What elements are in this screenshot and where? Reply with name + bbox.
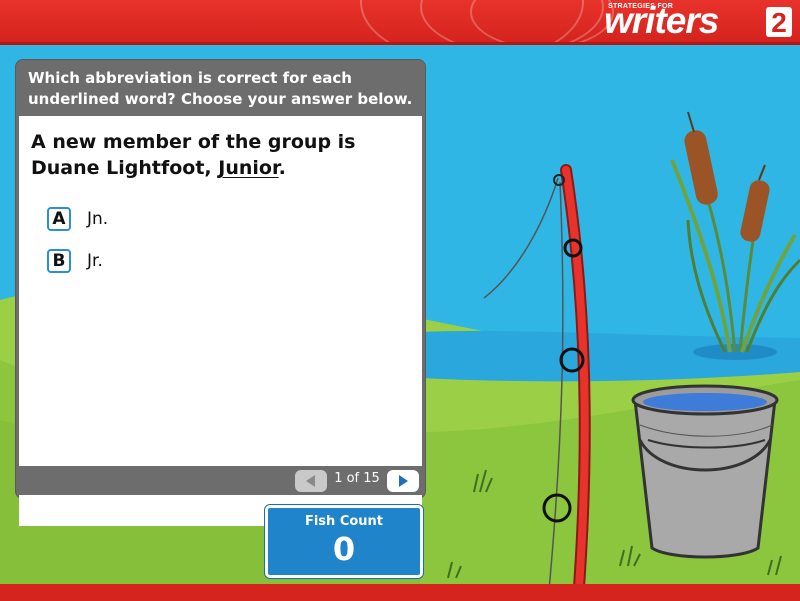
question-panel: Which abbreviation is correct for each u… xyxy=(16,60,425,526)
previous-question-button[interactable] xyxy=(295,470,327,492)
fish-count-value: 0 xyxy=(332,530,356,568)
option-text-b[interactable]: Jr. xyxy=(87,251,103,271)
logo-number: 2 xyxy=(766,7,792,38)
fish-count-box: Fish Count 0 xyxy=(265,505,423,578)
question-body: A new member of the group is Duane Light… xyxy=(19,116,422,526)
triangle-right-icon xyxy=(399,475,408,487)
app-header: STRATEGIES FOR writers 2 xyxy=(0,0,800,45)
option-text-a[interactable]: Jn. xyxy=(87,209,108,229)
pager-bar: 1 of 15 xyxy=(19,466,422,495)
water-bucket xyxy=(631,384,779,559)
answer-option-b[interactable]: B Jr. xyxy=(47,247,103,275)
fish-count-label: Fish Count xyxy=(304,514,384,529)
page-indicator: 1 of 15 xyxy=(334,471,380,486)
question-text: A new member of the group is Duane Light… xyxy=(31,129,411,181)
option-key-b[interactable]: B xyxy=(47,249,71,273)
writers-logo: STRATEGIES FOR writers 2 xyxy=(598,1,794,41)
triangle-left-icon xyxy=(306,475,315,487)
footer-strip xyxy=(0,584,800,601)
answer-option-a[interactable]: A Jn. xyxy=(47,205,108,233)
question-text-after: . xyxy=(278,157,286,179)
instruction-text: Which abbreviation is correct for each u… xyxy=(28,69,413,108)
next-question-button[interactable] xyxy=(387,470,419,492)
underlined-word: Junior xyxy=(218,157,279,179)
option-key-a[interactable]: A xyxy=(47,207,71,231)
logo-word: writers xyxy=(604,0,719,41)
question-text-before: A new member of the group is Duane Light… xyxy=(31,131,356,179)
